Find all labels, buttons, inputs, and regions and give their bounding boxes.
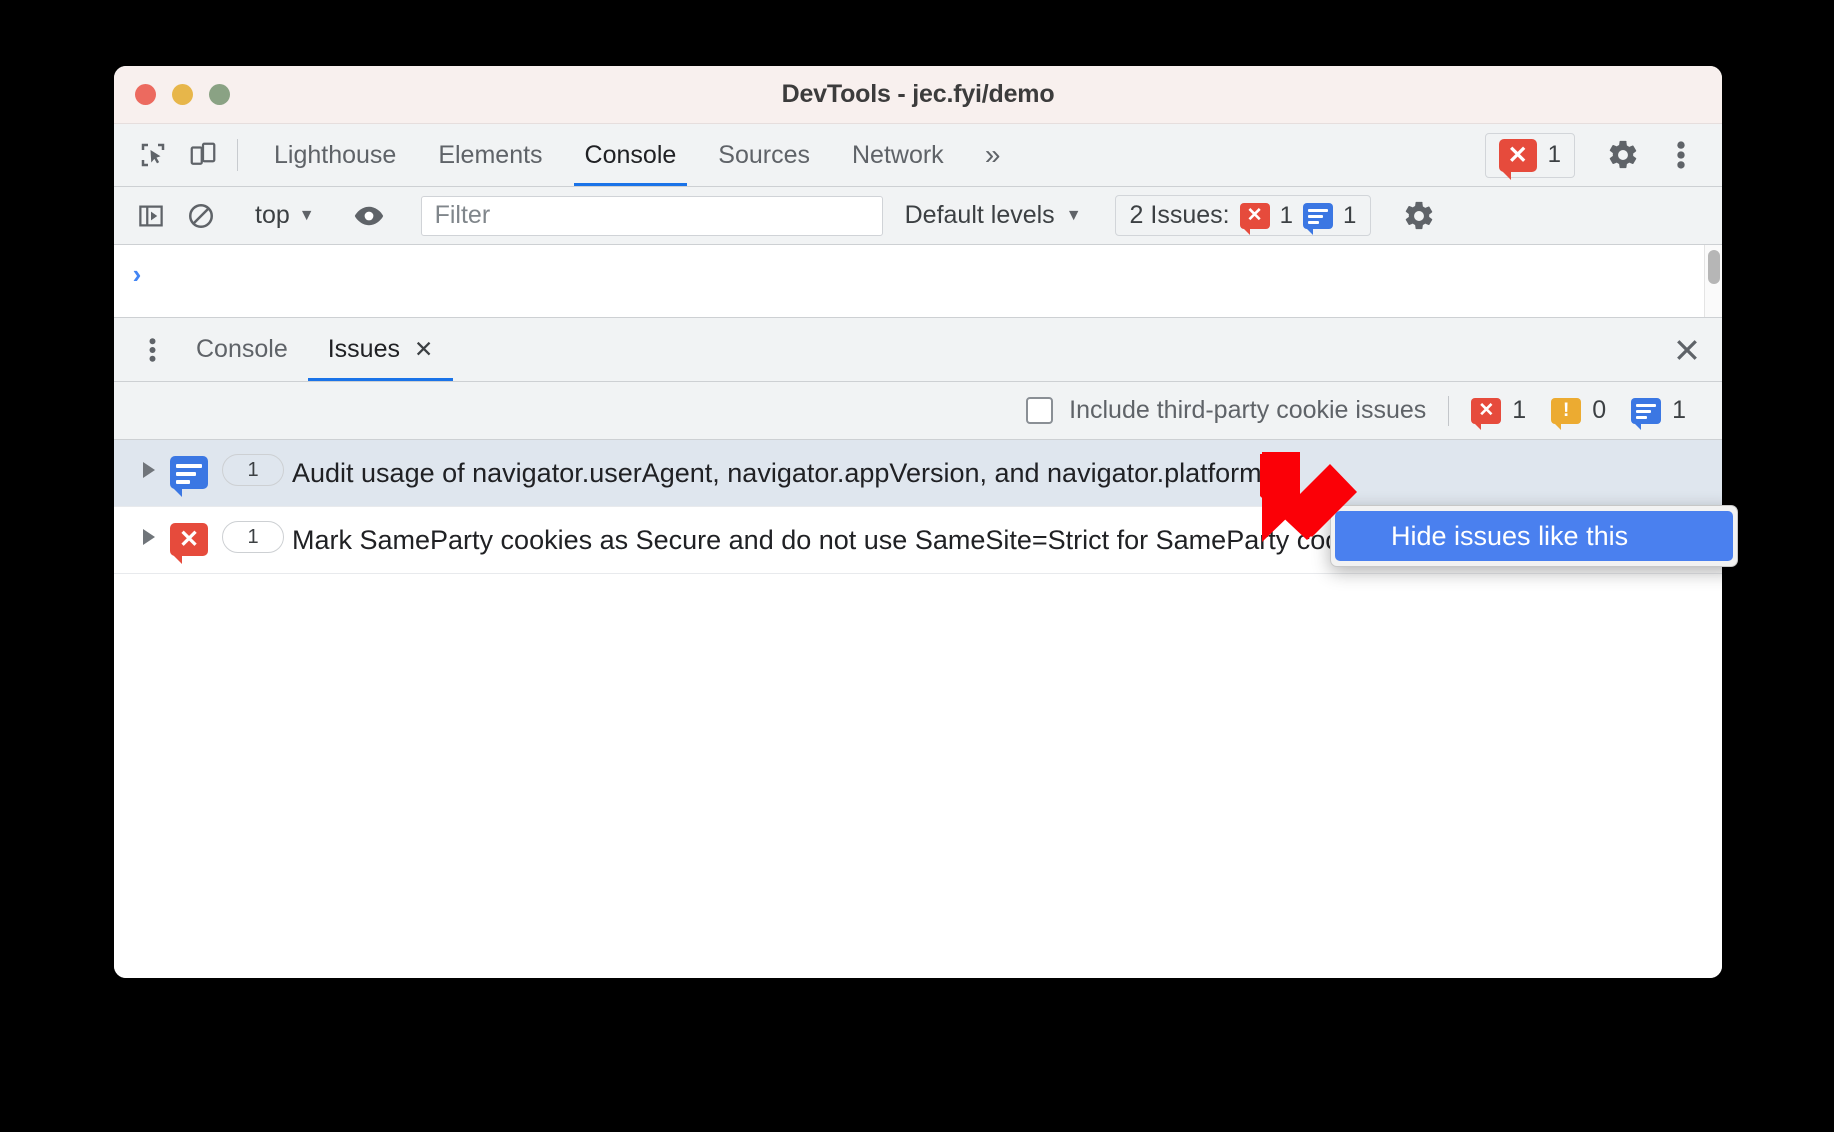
main-toolbar-right: ✕ 1 bbox=[1484, 124, 1722, 186]
inspect-element-icon[interactable] bbox=[128, 124, 178, 186]
tab-elements[interactable]: Elements bbox=[417, 124, 563, 186]
more-tabs-icon[interactable]: » bbox=[965, 124, 1021, 186]
context-menu: Hide issues like this bbox=[1330, 505, 1738, 567]
issue-count-bubble: 1 bbox=[222, 521, 284, 553]
issues-options-bar: Include third-party cookie issues ✕ 1 ! … bbox=[114, 382, 1722, 440]
info-badge-icon bbox=[1302, 202, 1333, 235]
live-expression-icon[interactable] bbox=[344, 199, 394, 233]
scrollbar-thumb[interactable] bbox=[1708, 250, 1720, 284]
tab-label: Lighthouse bbox=[274, 140, 397, 169]
log-levels-label: Default levels bbox=[904, 201, 1055, 229]
error-badge-icon: ✕ bbox=[1239, 202, 1270, 235]
issue-counts: ✕ 1 ! 0 1 bbox=[1471, 396, 1700, 430]
tab-label: Sources bbox=[718, 140, 810, 169]
error-count-button[interactable]: ✕ 1 bbox=[1484, 132, 1575, 180]
drawer-kebab-menu-icon[interactable] bbox=[128, 318, 176, 381]
gear-icon[interactable] bbox=[1390, 199, 1448, 233]
expand-triangle-icon[interactable] bbox=[132, 454, 166, 478]
tab-lighthouse[interactable]: Lighthouse bbox=[253, 124, 417, 186]
clear-console-icon[interactable] bbox=[176, 201, 226, 231]
error-badge-icon: ✕ bbox=[1471, 397, 1502, 430]
panel-tabs: Lighthouse Elements Console Sources Netw… bbox=[253, 124, 965, 186]
execution-context-label: top bbox=[255, 201, 290, 229]
close-drawer-icon[interactable] bbox=[1652, 318, 1722, 381]
chevron-down-icon: ▼ bbox=[298, 206, 315, 224]
drawer-tab-issues[interactable]: Issues ✕ bbox=[307, 318, 454, 381]
window-title: DevTools - jec.fyi/demo bbox=[781, 80, 1055, 108]
info-badge-icon bbox=[166, 454, 212, 497]
info-badge-icon bbox=[1631, 397, 1662, 430]
expand-triangle-icon[interactable] bbox=[132, 521, 166, 545]
issues-info-count: 1 bbox=[1342, 201, 1357, 229]
kebab-menu-icon[interactable] bbox=[1652, 138, 1710, 172]
error-badge-icon: ✕ bbox=[1498, 138, 1537, 180]
main-toolbar: Lighthouse Elements Console Sources Netw… bbox=[114, 124, 1722, 187]
tab-label: Console bbox=[584, 140, 677, 169]
table-row[interactable]: 1 Audit usage of navigator.userAgent, na… bbox=[114, 440, 1722, 507]
context-menu-item-hide-issues[interactable]: Hide issues like this bbox=[1335, 511, 1733, 561]
drawer-tab-label: Issues bbox=[327, 335, 400, 363]
drawer-tab-strip: Console Issues ✕ bbox=[114, 318, 1722, 382]
error-badge-icon: ✕ bbox=[166, 521, 212, 564]
warning-badge-icon: ! bbox=[1551, 397, 1582, 430]
issues-error-count: 1 bbox=[1279, 201, 1293, 229]
warning-count-label: 0 bbox=[1592, 396, 1607, 424]
error-count-label: 1 bbox=[1547, 141, 1561, 168]
log-levels-selector[interactable]: Default levels ▼ bbox=[891, 201, 1096, 230]
console-sidebar-icon[interactable] bbox=[126, 201, 176, 231]
console-output-area[interactable]: › bbox=[114, 245, 1722, 318]
tab-network[interactable]: Network bbox=[831, 124, 965, 186]
tab-console[interactable]: Console bbox=[564, 124, 698, 186]
drawer-tab-console[interactable]: Console bbox=[176, 318, 308, 381]
issues-summary-button[interactable]: 2 Issues: ✕ 1 1 bbox=[1114, 195, 1372, 236]
filter-placeholder: Filter bbox=[434, 201, 491, 229]
issues-summary-label: 2 Issues: bbox=[1129, 201, 1230, 229]
tab-label: Network bbox=[852, 140, 944, 169]
close-icon[interactable]: ✕ bbox=[414, 336, 433, 363]
info-count-label: 1 bbox=[1672, 396, 1686, 424]
options-divider bbox=[1448, 395, 1450, 426]
console-filter-toolbar: top ▼ Filter Default levels ▼ 2 Issues: bbox=[114, 187, 1722, 245]
drawer-tab-label: Console bbox=[196, 335, 288, 363]
console-scrollbar[interactable] bbox=[1704, 245, 1722, 317]
tab-label: Elements bbox=[438, 140, 543, 169]
execution-context-selector[interactable]: top ▼ bbox=[245, 201, 325, 230]
screenshot-stage: DevTools - jec.fyi/demo Lighthouse Eleme… bbox=[0, 0, 1834, 1132]
third-party-cookie-toggle[interactable]: Include third-party cookie issues bbox=[1026, 396, 1426, 425]
toolbar-divider bbox=[237, 139, 238, 171]
tab-sources[interactable]: Sources bbox=[697, 124, 831, 186]
third-party-cookie-checkbox[interactable] bbox=[1026, 397, 1054, 424]
window-title-bar: DevTools - jec.fyi/demo bbox=[114, 66, 1722, 124]
third-party-cookie-label: Include third-party cookie issues bbox=[1069, 396, 1427, 424]
device-toolbar-icon[interactable] bbox=[178, 124, 228, 186]
chevron-down-icon: ▼ bbox=[1065, 206, 1082, 224]
error-count-label: 1 bbox=[1512, 396, 1527, 424]
console-prompt-chevron-icon: › bbox=[132, 259, 142, 289]
gear-icon[interactable] bbox=[1594, 138, 1652, 172]
filter-input[interactable]: Filter bbox=[420, 195, 883, 236]
red-arrow-pointer bbox=[1252, 452, 1362, 547]
issue-count-bubble: 1 bbox=[222, 454, 284, 486]
issue-title[interactable]: Audit usage of navigator.userAgent, navi… bbox=[292, 454, 1722, 492]
